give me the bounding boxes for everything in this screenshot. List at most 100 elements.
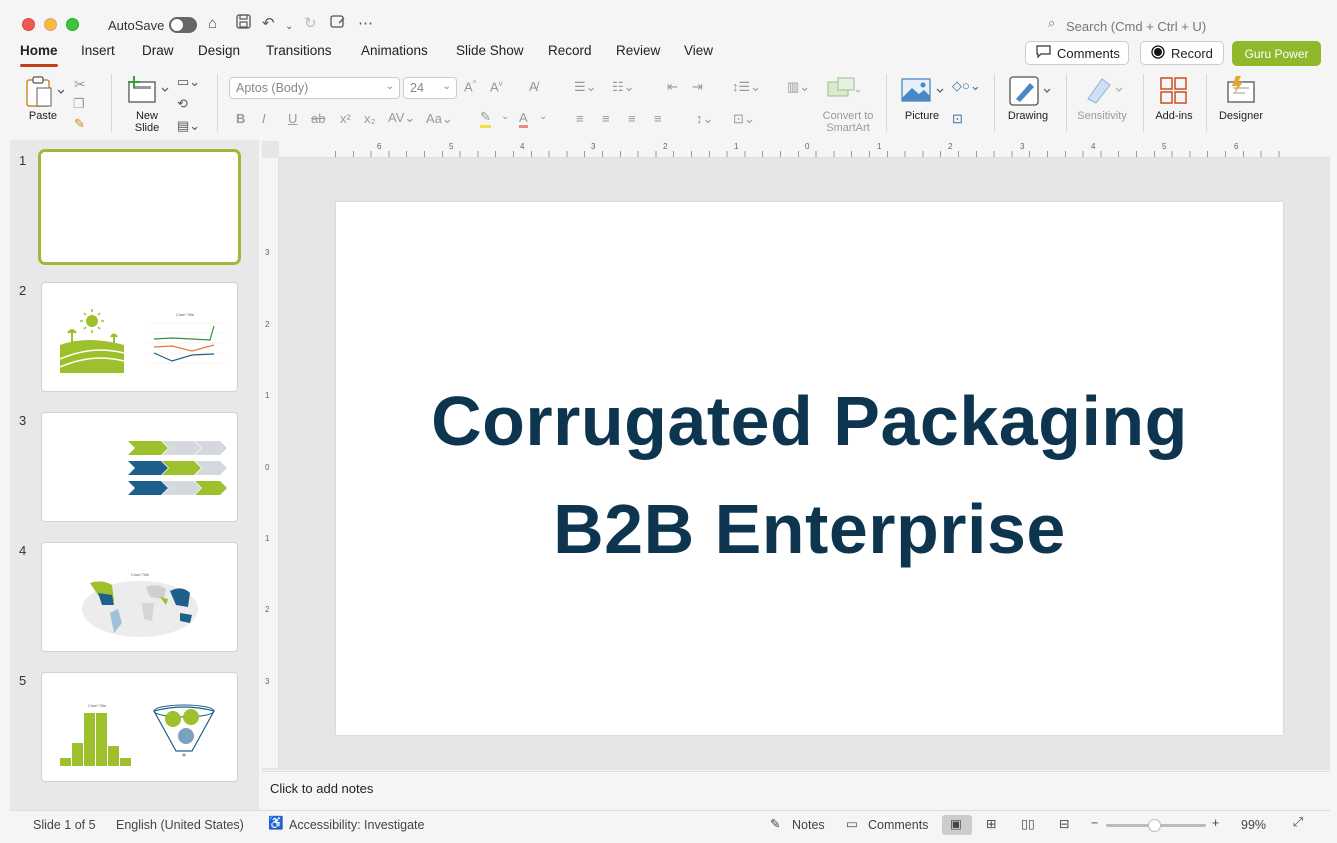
slide-thumbnail-1[interactable] <box>38 149 241 265</box>
increase-font-icon[interactable]: A^ <box>464 79 476 94</box>
shapes-icon[interactable]: ◇○⌄ <box>952 78 981 94</box>
tab-insert[interactable]: Insert <box>81 43 115 58</box>
change-case-icon[interactable]: Aa⌄ <box>426 111 453 127</box>
align-right-icon[interactable]: ≡ <box>628 111 636 126</box>
columns-icon[interactable]: ▥⌄ <box>787 79 810 95</box>
bullets-icon[interactable]: ☰⌄ <box>574 79 597 95</box>
tab-transitions[interactable]: Transitions <box>266 43 332 58</box>
add-ins-icon[interactable] <box>1159 76 1189 109</box>
tab-draw[interactable]: Draw <box>142 43 174 58</box>
record-button-label: Record <box>1171 45 1213 61</box>
zoom-out-icon[interactable]: − <box>1091 816 1098 830</box>
language-indicator[interactable]: English (United States) <box>116 818 244 832</box>
search-input[interactable]: Search (Cmd + Ctrl + U) <box>1066 19 1206 34</box>
layout-icon[interactable]: ▭⌄ <box>177 74 200 90</box>
notes-pane[interactable]: Click to add notes <box>262 771 1330 809</box>
slide-1-canvas[interactable]: Corrugated Packaging B2B Enterprise <box>336 202 1283 735</box>
underline-icon[interactable]: U <box>288 111 297 126</box>
font-color-icon[interactable]: A <box>519 110 528 128</box>
guru-power-button[interactable]: Guru Power <box>1232 41 1321 66</box>
align-left-icon[interactable]: ≡ <box>576 111 584 126</box>
align-text-icon[interactable]: ⊡⌄ <box>733 111 755 127</box>
tab-slide-show[interactable]: Slide Show <box>456 43 524 58</box>
increase-indent-icon[interactable]: ⇥ <box>692 79 703 95</box>
sensitivity-icon[interactable] <box>1084 75 1126 108</box>
undo-dropdown-icon[interactable]: ⌄ <box>285 17 293 37</box>
format-painter-icon[interactable]: ✎ <box>74 116 85 132</box>
tab-animations[interactable]: Animations <box>361 43 428 58</box>
tab-view[interactable]: View <box>684 43 713 58</box>
paste-label: Paste <box>28 110 58 122</box>
copy-icon[interactable]: ❐ <box>73 96 85 112</box>
comment-icon[interactable]: ▭ <box>846 816 858 831</box>
reading-view-icon[interactable]: ▯▯ <box>1021 816 1035 831</box>
line-spacing-icon[interactable]: ↕☰⌄ <box>732 79 761 95</box>
record-button[interactable]: Record <box>1140 41 1224 65</box>
cut-icon[interactable]: ✂ <box>74 76 86 93</box>
zoom-slider[interactable] <box>1106 819 1206 832</box>
text-direction-icon[interactable]: ↕⌄ <box>696 111 713 127</box>
text-box-icon[interactable]: ⊡ <box>952 111 963 127</box>
align-center-icon[interactable]: ≡ <box>602 111 610 126</box>
notes-icon[interactable]: ✎ <box>770 816 780 831</box>
drawing-icon[interactable] <box>1008 75 1052 110</box>
font-name-select[interactable]: Aptos (Body) ⌄ <box>229 77 400 99</box>
chevron-down-icon[interactable]: ⌄ <box>501 111 509 122</box>
tab-design[interactable]: Design <box>198 43 240 58</box>
chevron-down-icon: ⌄ <box>442 81 451 92</box>
slideshow-icon[interactable]: ⊟ <box>1059 816 1069 831</box>
notes-toggle[interactable]: Notes <box>792 818 825 832</box>
chevron-down-icon[interactable]: ⌄ <box>539 111 547 122</box>
clear-format-icon[interactable]: A̸ <box>529 79 538 94</box>
decrease-indent-icon[interactable]: ⇤ <box>667 79 678 95</box>
autosave-toggle[interactable] <box>169 17 197 33</box>
smartart-icon[interactable] <box>826 76 861 105</box>
highlight-icon[interactable]: ✎ <box>480 109 491 128</box>
home-icon[interactable]: ⌂ <box>208 14 217 34</box>
zoom-window-button[interactable] <box>66 18 79 31</box>
character-spacing-icon[interactable]: AV⌄ <box>388 110 415 126</box>
justify-icon[interactable]: ≡ <box>654 111 662 126</box>
font-size-select[interactable]: 24 ⌄ <box>403 77 457 99</box>
save-icon[interactable] <box>236 14 251 35</box>
picture-icon[interactable] <box>900 76 944 107</box>
slide-title[interactable]: Corrugated Packaging B2B Enterprise <box>336 367 1283 583</box>
slide-thumbnail-3[interactable] <box>41 412 238 522</box>
zoom-in-icon[interactable]: + <box>1212 816 1219 830</box>
zoom-slider-thumb[interactable] <box>1148 819 1161 832</box>
slide-thumbnail-2[interactable]: Chart Title <box>41 282 238 392</box>
slide-thumbnail-4[interactable]: Chart Title <box>41 542 238 652</box>
undo-icon[interactable]: ↶ <box>262 14 275 34</box>
new-slide-button[interactable] <box>126 74 170 110</box>
comments-button[interactable]: Comments <box>1025 41 1129 65</box>
superscript-icon[interactable]: x² <box>340 111 351 126</box>
section-icon[interactable]: ▤⌄ <box>177 118 200 134</box>
notes-placeholder: Click to add notes <box>270 781 374 796</box>
slide-thumbnail-5[interactable]: Chart Title <box>41 672 238 782</box>
tab-record[interactable]: Record <box>548 43 592 58</box>
numbering-icon[interactable]: ☷⌄ <box>612 79 635 95</box>
accessibility-icon[interactable]: ♿ <box>268 816 284 831</box>
accessibility-status[interactable]: Accessibility: Investigate <box>289 818 424 832</box>
decrease-font-icon[interactable]: Av <box>490 79 503 94</box>
customize-icon[interactable] <box>330 14 346 35</box>
bold-icon[interactable]: B <box>236 111 245 126</box>
fit-to-window-icon[interactable]: ⤢ <box>1293 815 1303 830</box>
tab-home[interactable]: Home <box>20 43 58 58</box>
paste-button[interactable] <box>24 75 65 109</box>
italic-icon[interactable]: I <box>262 111 266 126</box>
slide-sorter-icon[interactable]: ⊞ <box>986 816 996 831</box>
redo-icon[interactable]: ↻ <box>304 14 317 34</box>
strikethrough-icon[interactable]: ab <box>311 111 325 126</box>
reset-icon[interactable]: ⟲ <box>177 96 188 112</box>
search-icon[interactable]: ⌕ <box>1048 15 1055 31</box>
zoom-level[interactable]: 99% <box>1241 818 1266 832</box>
more-icon[interactable]: ⋯ <box>358 14 373 34</box>
designer-icon[interactable] <box>1224 74 1258 107</box>
minimize-window-button[interactable] <box>44 18 57 31</box>
tab-review[interactable]: Review <box>616 43 660 58</box>
subscript-icon[interactable]: x₂ <box>364 111 376 126</box>
chevron-down-icon: ⌄ <box>385 81 394 92</box>
comments-toggle[interactable]: Comments <box>868 818 928 832</box>
close-window-button[interactable] <box>22 18 35 31</box>
